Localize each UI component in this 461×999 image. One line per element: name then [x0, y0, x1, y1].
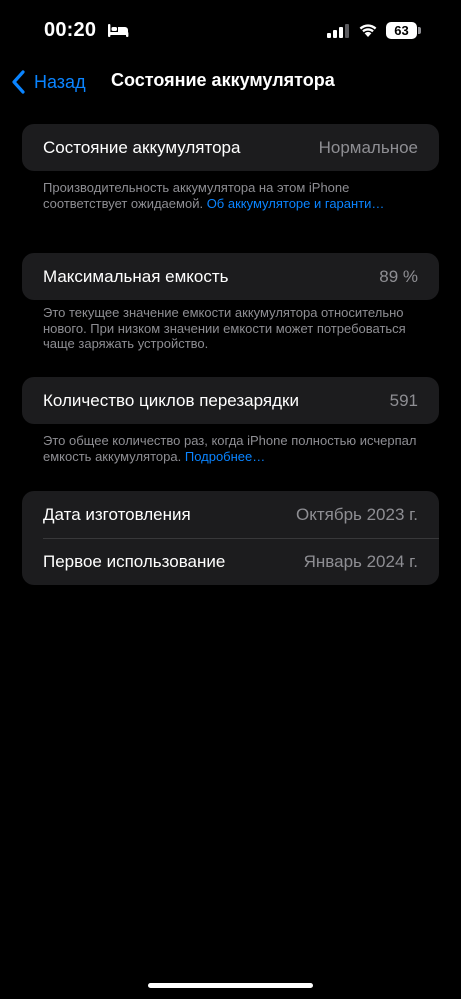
manufacture-date-label: Дата изготовления: [43, 504, 191, 524]
battery-health-row: Состояние аккумулятора Нормальное: [22, 124, 439, 171]
battery-icon: 63: [386, 22, 417, 39]
chevron-left-icon: [12, 70, 25, 94]
cycle-count-row: Количество циклов перезарядки 591: [22, 377, 439, 424]
first-use-row: Первое использование Январь 2024 г.: [22, 538, 439, 585]
back-button[interactable]: Назад: [10, 68, 86, 96]
home-indicator[interactable]: [148, 983, 313, 988]
wifi-icon: [359, 24, 377, 37]
first-use-label: Первое использование: [43, 551, 226, 571]
cycle-count-footnote: Это общее количество раз, когда iPhone п…: [43, 433, 418, 464]
bed-icon: [108, 24, 129, 37]
cycle-count-label: Количество циклов перезарядки: [43, 390, 299, 410]
battery-health-label: Состояние аккумулятора: [43, 137, 241, 157]
battery-health-group: Состояние аккумулятора Нормальное: [22, 124, 439, 171]
page-title: Состояние аккумулятора: [111, 70, 335, 90]
first-use-value: Январь 2024 г.: [303, 551, 418, 571]
status-bar: 00:20 63: [0, 0, 461, 60]
battery-health-footnote: Производительность аккумулятора на этом …: [43, 180, 418, 211]
cycle-count-group: Количество циклов перезарядки 591: [22, 377, 439, 424]
status-time: 00:20: [44, 19, 97, 41]
max-capacity-footnote: Это текущее значение емкости аккумулятор…: [43, 305, 406, 351]
cellular-signal-icon: [327, 24, 349, 38]
max-capacity-row: Максимальная емкость 89 %: [22, 253, 439, 300]
cycle-count-value: 591: [389, 390, 418, 410]
back-label: Назад: [34, 71, 86, 92]
learn-more-link[interactable]: Подробнее…: [185, 449, 265, 464]
dates-group: Дата изготовления Октябрь 2023 г. Первое…: [22, 491, 439, 585]
max-capacity-value: 89 %: [379, 266, 418, 286]
manufacture-date-row: Дата изготовления Октябрь 2023 г.: [22, 491, 439, 538]
battery-tip: [418, 27, 421, 34]
max-capacity-group: Максимальная емкость 89 %: [22, 253, 439, 300]
navigation-bar: Назад Состояние аккумулятора: [0, 60, 461, 104]
max-capacity-label: Максимальная емкость: [43, 266, 229, 286]
about-battery-link[interactable]: Об аккумуляторе и гаран­ти…: [207, 196, 385, 211]
manufacture-date-value: Октябрь 2023 г.: [295, 504, 418, 524]
battery-health-value: Нормальное: [318, 137, 418, 157]
